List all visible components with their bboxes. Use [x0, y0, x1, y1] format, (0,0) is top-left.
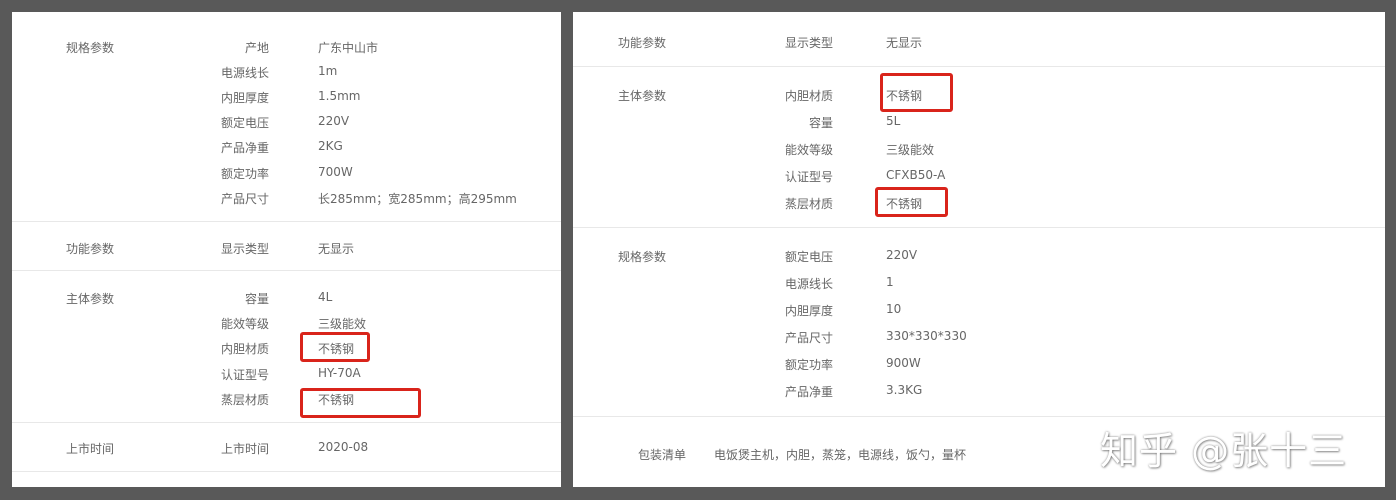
param-value: 2KG	[318, 139, 343, 153]
param-value: 2020-08	[318, 440, 369, 454]
param-name: 电源线长	[220, 66, 269, 80]
param-value: 220V	[318, 114, 350, 128]
param-name: 容量	[808, 116, 833, 130]
param-name: 蒸层材质	[784, 197, 833, 211]
param-value: 3.3KG	[886, 383, 923, 397]
param-value: 330*330*330	[886, 329, 967, 343]
right-spec-panel: 功能参数 显示类型 无显示 主体参数 内胆材质 不锈钢 容量 5L 能效等级 三…	[573, 12, 1385, 487]
param-name: 产品净重	[220, 141, 269, 155]
package-value: 电饭煲主机，内胆，蒸笼，电源线，饭勺，量杯	[714, 448, 967, 462]
param-value: 700W	[318, 165, 353, 179]
section-divider	[12, 471, 561, 472]
param-name: 额定功率	[220, 167, 269, 181]
param-name: 产品尺寸	[220, 192, 269, 206]
category-label: 主体参数	[618, 89, 667, 103]
param-value: 1.5mm	[318, 89, 361, 103]
watermark-text: 知乎 @张十三	[1100, 429, 1348, 473]
param-value: 220V	[886, 248, 918, 262]
param-name: 显示类型	[220, 242, 269, 256]
highlight-box	[875, 187, 948, 217]
section-divider	[12, 422, 561, 423]
param-value: 900W	[886, 356, 921, 370]
category-label: 功能参数	[618, 36, 667, 50]
section-divider	[12, 270, 561, 271]
section-divider	[573, 66, 1385, 67]
param-value: CFXB50-A	[886, 168, 946, 182]
category-label: 上市时间	[66, 442, 115, 456]
highlight-box	[300, 388, 421, 418]
param-value: 5L	[886, 114, 901, 128]
param-name: 内胆材质	[220, 342, 269, 356]
param-name: 额定电压	[220, 116, 269, 130]
category-label: 规格参数	[618, 250, 667, 264]
param-value: 10	[886, 302, 902, 316]
category-label: 规格参数	[66, 41, 115, 55]
param-name: 蒸层材质	[220, 393, 269, 407]
param-value: 广东中山市	[318, 41, 379, 55]
param-name: 认证型号	[784, 170, 833, 184]
highlight-box	[880, 73, 953, 112]
param-name: 内胆材质	[784, 89, 833, 103]
category-label: 功能参数	[66, 242, 115, 256]
section-divider	[573, 227, 1385, 228]
package-label: 包装清单	[638, 448, 687, 462]
param-name: 产地	[244, 41, 269, 55]
param-name: 额定电压	[784, 250, 833, 264]
param-name: 产品净重	[784, 385, 833, 399]
param-name: 能效等级	[220, 317, 269, 331]
param-value: HY-70A	[318, 366, 361, 380]
section-divider	[573, 416, 1385, 417]
param-name: 电源线长	[784, 277, 833, 291]
param-name: 产品尺寸	[784, 331, 833, 345]
param-name: 容量	[244, 292, 269, 306]
param-name: 内胆厚度	[220, 91, 269, 105]
param-value: 无显示	[886, 36, 923, 50]
param-name: 认证型号	[220, 368, 269, 382]
left-spec-panel: 规格参数 产地 广东中山市 电源线长 1m 内胆厚度 1.5mm 额定电压 22…	[12, 12, 561, 487]
param-name: 上市时间	[220, 442, 269, 456]
category-label: 主体参数	[66, 292, 115, 306]
param-name: 能效等级	[784, 143, 833, 157]
param-value: 1	[886, 275, 894, 289]
param-value: 无显示	[318, 242, 355, 256]
param-value: 1m	[318, 64, 338, 78]
section-divider	[12, 221, 561, 222]
param-value: 长285mm；宽285mm；高295mm	[318, 192, 517, 206]
param-value: 三级能效	[318, 317, 367, 331]
param-name: 内胆厚度	[784, 304, 833, 318]
param-name: 显示类型	[784, 36, 833, 50]
param-value: 三级能效	[886, 143, 935, 157]
highlight-box	[300, 332, 370, 362]
param-value: 4L	[318, 290, 333, 304]
param-name: 额定功率	[784, 358, 833, 372]
